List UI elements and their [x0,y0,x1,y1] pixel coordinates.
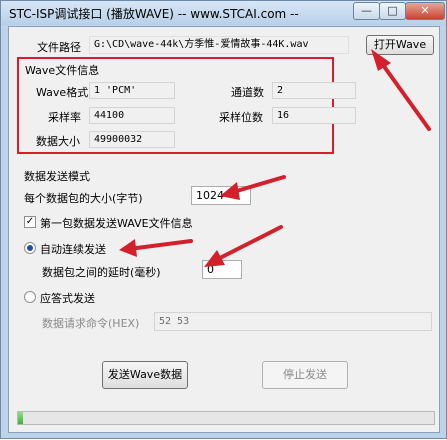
bits-per-sample-label: 采样位数 [219,111,263,124]
sample-rate-field: 44100 [89,107,175,124]
packet-size-input[interactable]: 1024 [191,186,251,205]
send-wave-data-button[interactable]: 发送Wave数据 [102,361,188,389]
data-size-field: 49900032 [89,131,175,148]
channels-label: 通道数 [231,86,264,99]
wave-format-label: Wave格式 [36,86,89,99]
request-command-field: 52 53 [154,312,432,331]
progress-fill [18,412,23,424]
send-mode-label: 数据发送模式 [24,170,90,183]
delay-input[interactable]: 0 [202,260,242,279]
title-bar: STC-ISP调试接口 (播放WAVE) -- www.STCAI.com --… [1,1,446,25]
radio-selected-icon [27,245,33,251]
data-size-label: 数据大小 [36,135,80,148]
file-path-field: G:\CD\wave-44k\方季惟-爱情故事-44K.wav [89,36,349,54]
delay-label: 数据包之间的延时(毫秒) [42,266,161,279]
maximize-icon[interactable]: □ [379,2,406,20]
bits-per-sample-field: 16 [272,107,356,124]
file-path-label: 文件路径 [37,41,81,54]
response-send-label: 应答式发送 [40,292,95,305]
auto-send-label: 自动连续发送 [40,243,106,256]
checkmark-icon: ✓ [25,216,35,227]
packet-size-label: 每个数据包的大小(字节) [24,192,143,205]
main-panel: 文件路径 G:\CD\wave-44k\方季惟-爱情故事-44K.wav 打开W… [8,26,440,433]
request-command-label: 数据请求命令(HEX) [42,317,140,330]
sample-rate-label: 采样率 [48,111,81,124]
send-progress-bar [17,411,435,425]
wave-format-field: 1 'PCM' [89,82,175,99]
channels-field: 2 [272,82,356,99]
wave-info-title: Wave文件信息 [25,64,100,77]
first-packet-checkbox[interactable]: ✓ [24,216,36,228]
auto-send-radio[interactable] [24,242,36,254]
stop-send-button[interactable]: 停止发送 [262,361,348,389]
close-icon[interactable]: ✕ [405,2,445,20]
minimize-icon[interactable]: — [353,2,380,20]
open-wave-button[interactable]: 打开Wave [366,35,434,55]
first-packet-label: 第一包数据发送WAVE文件信息 [40,217,193,230]
app-window: STC-ISP调试接口 (播放WAVE) -- www.STCAI.com --… [0,0,447,439]
response-send-radio[interactable] [24,291,36,303]
window-title: STC-ISP调试接口 (播放WAVE) -- www.STCAI.com -- [9,7,299,21]
